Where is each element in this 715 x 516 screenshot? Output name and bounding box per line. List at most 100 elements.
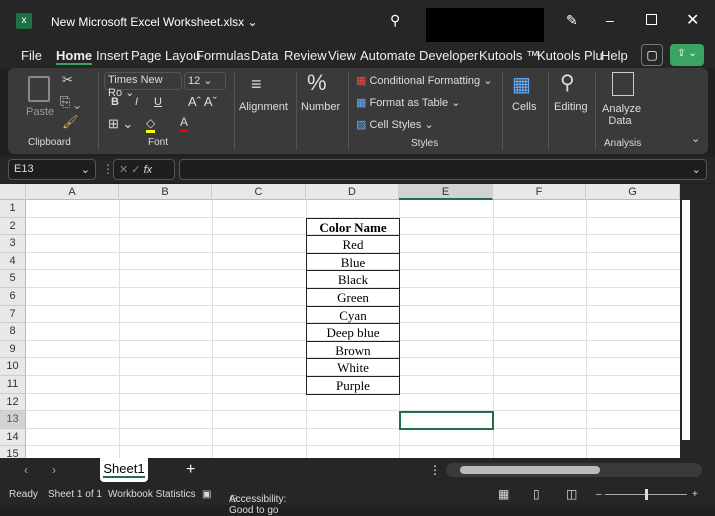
column-header[interactable]: E	[399, 184, 493, 200]
file-name[interactable]: New Microsoft Excel Worksheet.xlsx ⌄	[51, 15, 258, 29]
row-header[interactable]: 7	[0, 305, 26, 324]
next-sheet-icon[interactable]: ›	[52, 463, 56, 477]
format-as-table-button[interactable]: ▦ Format as Table ⌄	[356, 96, 460, 109]
workbook-statistics[interactable]: Workbook Statistics	[108, 489, 196, 500]
copy-icon[interactable]: ⎘ ⌄	[60, 94, 80, 110]
cells-button[interactable]: Cells	[512, 101, 536, 113]
table-cell[interactable]: Red	[306, 235, 400, 254]
tab-automate[interactable]: Automate	[360, 48, 416, 63]
enter-icon[interactable]: ✓	[131, 164, 140, 176]
more-options-icon[interactable]: ⋮	[429, 463, 441, 477]
fill-color-icon[interactable]: ◇	[146, 116, 156, 133]
pen-icon[interactable]: ✎	[566, 12, 578, 29]
excel-logo-icon: x	[16, 13, 32, 29]
row-header[interactable]: 11	[0, 376, 26, 394]
styles-label: Styles	[411, 138, 439, 149]
maximize-button[interactable]	[646, 14, 657, 25]
row-header[interactable]: 3	[0, 235, 26, 253]
column-header[interactable]: F	[493, 184, 586, 200]
cut-icon[interactable]: ✂	[62, 72, 73, 88]
selected-cell[interactable]	[399, 411, 494, 431]
tab-help[interactable]: Help	[601, 48, 628, 63]
font-color-icon[interactable]: A	[180, 115, 189, 132]
row-header[interactable]: 14	[0, 428, 26, 447]
analyze-data-button[interactable]: Analyze Data	[602, 103, 641, 127]
tab-view[interactable]: View	[328, 48, 356, 63]
vertical-scrollbar[interactable]	[680, 184, 715, 458]
tab-file[interactable]: File	[21, 48, 42, 63]
select-all-button[interactable]	[0, 184, 26, 200]
editing-button[interactable]: Editing	[554, 101, 588, 113]
tab-home[interactable]: Home	[56, 48, 93, 65]
column-header[interactable]: D	[306, 184, 399, 200]
conditional-formatting-button[interactable]: ▦ Conditional Formatting ⌄	[356, 74, 492, 87]
column-header[interactable]: C	[212, 184, 306, 200]
tab-data[interactable]: Data	[251, 48, 278, 63]
horizontal-scrollbar[interactable]	[446, 463, 702, 477]
table-cell[interactable]: Deep blue	[306, 323, 400, 342]
number-button[interactable]: Number	[301, 101, 340, 113]
column-header[interactable]: B	[119, 184, 212, 200]
row-header[interactable]: 13	[0, 411, 26, 429]
prev-sheet-icon[interactable]: ‹	[24, 463, 28, 477]
name-box[interactable]: E13 ⌄	[8, 159, 96, 180]
tab-page-layout[interactable]: Page Layou	[131, 48, 200, 63]
bold-button[interactable]: B	[111, 96, 119, 108]
paste-icon[interactable]	[28, 76, 50, 102]
spreadsheet-grid[interactable]: A B C D E F G 1 2 3 4 5 6 7 8 9 10 11 12 13 14 15 Color Name Re…	[0, 184, 681, 464]
table-cell[interactable]: Brown	[306, 340, 400, 360]
row-header[interactable]: 8	[0, 323, 26, 341]
tab-formulas[interactable]: Formulas	[196, 48, 250, 63]
column-header[interactable]: A	[26, 184, 119, 200]
increase-font-icon[interactable]: Aˆ Aˇ	[188, 94, 217, 109]
tab-insert[interactable]: Insert	[96, 48, 129, 63]
borders-icon[interactable]: ⊞ ⌄	[108, 116, 133, 132]
row-header[interactable]: 10	[0, 358, 26, 376]
row-header[interactable]: 2	[0, 217, 26, 236]
row-header[interactable]: 1	[0, 200, 26, 218]
page-layout-view-icon[interactable]: ▯	[533, 487, 540, 501]
search-icon[interactable]: ⚲	[390, 12, 400, 29]
row-header[interactable]: 6	[0, 288, 26, 306]
table-cell[interactable]: Blue	[306, 252, 400, 272]
table-cell[interactable]: Cyan	[306, 305, 400, 325]
minimize-button[interactable]: –	[606, 12, 614, 28]
insert-function-button[interactable]: fx	[144, 164, 153, 176]
row-header[interactable]: 4	[0, 252, 26, 271]
tab-kutools[interactable]: Kutools ™	[479, 48, 539, 63]
share-button[interactable]: ⇪ ⌄	[670, 44, 704, 66]
collapse-ribbon-icon[interactable]: ⌄	[691, 132, 700, 145]
table-cell[interactable]: Green	[306, 288, 400, 307]
table-cell[interactable]: Purple	[306, 376, 400, 395]
close-button[interactable]: ✕	[686, 10, 699, 30]
formula-input[interactable]: ⌄	[179, 159, 707, 180]
underline-button[interactable]: U	[154, 96, 162, 108]
paste-button[interactable]: Paste	[26, 106, 54, 118]
row-header[interactable]: 9	[0, 340, 26, 359]
table-cell[interactable]: White	[306, 358, 400, 377]
macro-icon[interactable]: ▣	[202, 489, 211, 500]
format-painter-icon[interactable]: 🖌	[62, 114, 79, 130]
row-header[interactable]: 12	[0, 393, 26, 412]
column-header[interactable]: G	[586, 184, 680, 200]
comments-button[interactable]: ▢	[641, 44, 663, 66]
zoom-in-button[interactable]: +	[692, 489, 698, 500]
add-sheet-button[interactable]: +	[186, 461, 195, 479]
italic-button[interactable]: I	[135, 96, 138, 108]
font-size-select[interactable]: 12 ⌄	[184, 72, 226, 90]
cancel-icon[interactable]: ✕	[119, 164, 128, 176]
normal-view-icon[interactable]: ▦	[498, 487, 509, 501]
zoom-out-button[interactable]: –	[596, 489, 602, 500]
sheet-tab-sheet1[interactable]: Sheet1	[100, 458, 148, 482]
tab-review[interactable]: Review	[284, 48, 327, 63]
page-break-view-icon[interactable]: ◫	[566, 487, 577, 501]
tab-developer[interactable]: Developer	[419, 48, 478, 63]
zoom-slider[interactable]	[605, 489, 687, 500]
table-cell[interactable]: Black	[306, 270, 400, 289]
cell-styles-button[interactable]: ▨ Cell Styles ⌄	[356, 118, 434, 131]
row-header[interactable]: 5	[0, 270, 26, 288]
alignment-button[interactable]: Alignment	[239, 101, 288, 113]
table-header-cell[interactable]: Color Name	[306, 217, 400, 237]
tab-kutools-plus[interactable]: Kutools Plu	[537, 48, 603, 63]
font-name-select[interactable]: Times New Ro ⌄	[104, 72, 182, 99]
